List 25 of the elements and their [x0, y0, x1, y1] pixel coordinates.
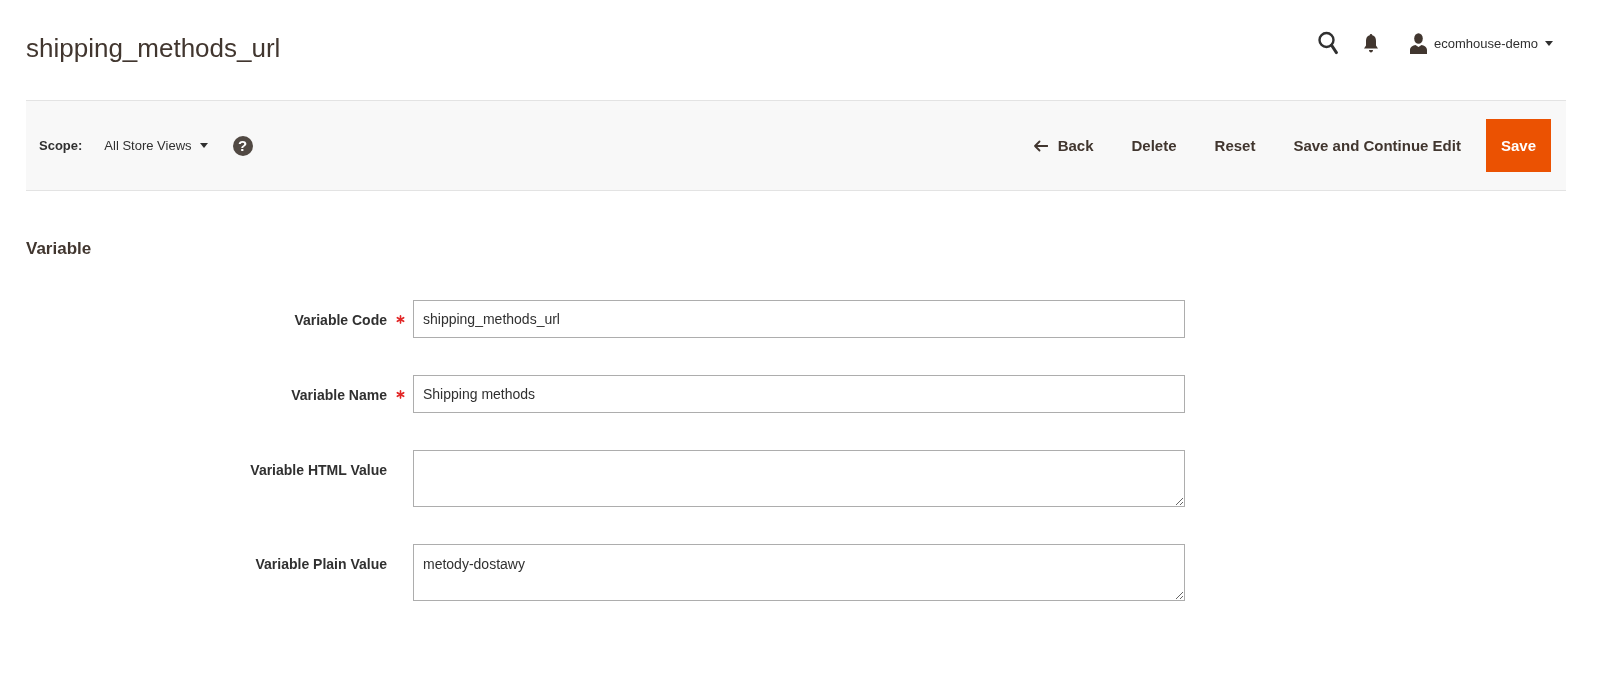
bell-icon[interactable]	[1363, 33, 1378, 53]
action-button[interactable]: Delete	[1112, 119, 1196, 172]
caret-icon	[199, 143, 208, 148]
field-label: Variable HTML Value	[250, 461, 387, 479]
scope-dropdown[interactable]: All Store Views	[104, 138, 208, 153]
section-title: Variable	[26, 238, 92, 259]
input-field[interactable]: Shipping methods	[413, 375, 1185, 413]
field-label: Variable Plain Value	[255, 555, 387, 573]
help-button[interactable]: ?	[232, 135, 253, 156]
field-label: Variable Name	[291, 386, 387, 404]
caret-icon	[1545, 40, 1553, 46]
arrow-left-icon	[1032, 139, 1048, 152]
user-menu-button[interactable]: ecomhouse-demo	[1409, 32, 1553, 54]
save-button[interactable]: Save	[1485, 119, 1551, 172]
field-label: Variable Code	[294, 311, 387, 329]
action-button[interactable]: Reset	[1195, 119, 1275, 172]
scope-label: Scope:	[39, 138, 83, 153]
textarea-field[interactable]	[413, 450, 1185, 507]
user-icon	[1409, 32, 1427, 54]
input-field[interactable]: shipping_methods_url	[413, 300, 1185, 338]
search-icon[interactable]	[1317, 31, 1338, 55]
page-title: shipping_methods_url	[26, 32, 281, 65]
back-button[interactable]: Back	[1013, 119, 1113, 172]
action-button[interactable]: Save and Continue Edit	[1274, 119, 1480, 172]
textarea-field[interactable]: metody-dostawy	[413, 544, 1185, 601]
